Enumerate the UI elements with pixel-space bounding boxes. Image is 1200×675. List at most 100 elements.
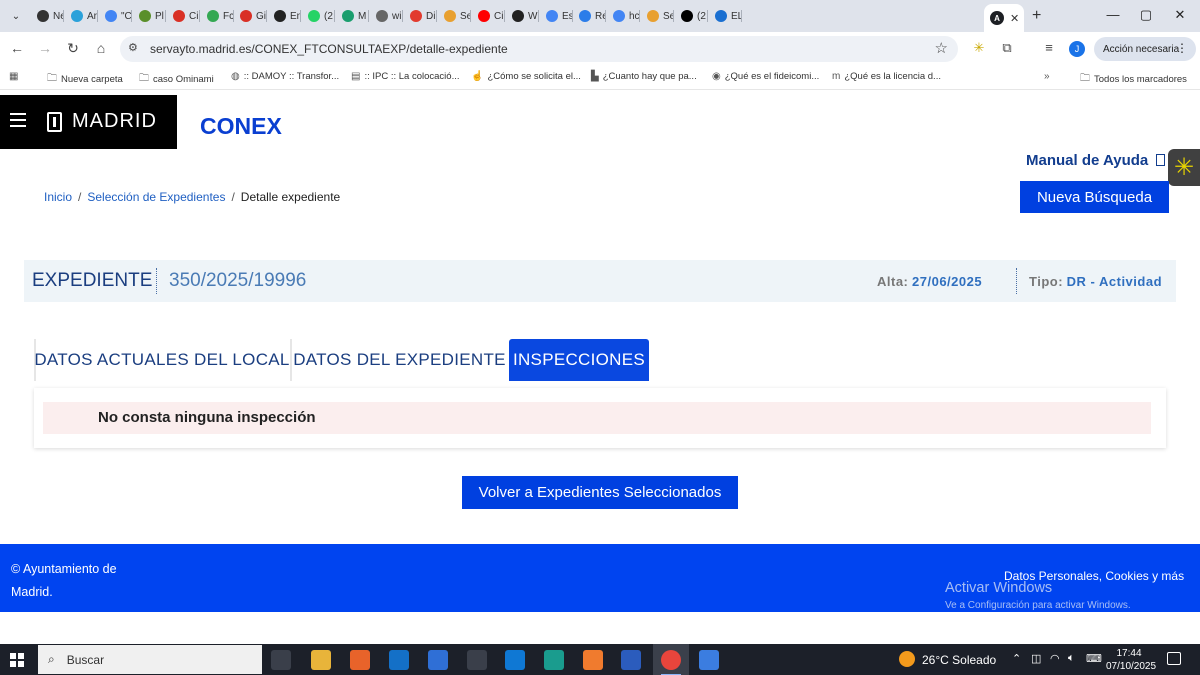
- bookmark-item[interactable]: m ¿Qué es la licencia d...: [832, 71, 941, 82]
- store-icon[interactable]: [428, 650, 448, 670]
- browser-tab[interactable]: hc: [607, 5, 640, 27]
- browser-tab[interactable]: (2: [302, 5, 335, 27]
- browser-tab[interactable]: Es: [540, 5, 573, 27]
- new-search-button[interactable]: Nueva Búsqueda: [1020, 181, 1169, 213]
- weather-text[interactable]: 26°C Soleado: [922, 653, 996, 667]
- browser-tab[interactable]: Re: [573, 5, 606, 27]
- bookmark-item[interactable]: ◍:: DAMOY :: Transfor...: [231, 71, 339, 82]
- bookmark-label: :: DAMOY :: Transfor...: [243, 71, 340, 82]
- action-needed-button[interactable]: Acción necesaria ⋮: [1094, 37, 1196, 61]
- outlook-new-icon[interactable]: [505, 650, 525, 670]
- bookmark-item[interactable]: ▙ ¿Cuanto hay que pa...: [591, 71, 697, 82]
- browser-tab[interactable]: W: [506, 5, 539, 27]
- new-tab-button[interactable]: +: [1032, 7, 1041, 25]
- back-arrow-icon[interactable]: ←: [8, 40, 26, 56]
- hamburger-menu-icon[interactable]: [10, 113, 26, 131]
- gmail-icon: [173, 10, 185, 22]
- volume-icon[interactable]: 🔈︎: [1068, 652, 1075, 665]
- bookmark-star-icon[interactable]: ☆: [935, 39, 948, 57]
- accessibility-widget-icon[interactable]: ✳: [1168, 149, 1200, 186]
- chrome-icon[interactable]: [661, 650, 681, 675]
- google-icon: [546, 10, 558, 22]
- profile-avatar[interactable]: J: [1069, 41, 1085, 57]
- browser-tab[interactable]: (2: [675, 5, 708, 27]
- chart-icon: ▤: [351, 71, 361, 82]
- alta-label: Alta:: [877, 274, 909, 289]
- edge-icon[interactable]: [544, 650, 564, 670]
- breadcrumb-selection-link[interactable]: Selección de Expedientes: [87, 190, 225, 204]
- browser-tab[interactable]: wi: [370, 5, 403, 27]
- taskbar-clock[interactable]: 17:44 07/10/2025: [1106, 647, 1156, 673]
- breadcrumb-home-link[interactable]: Inicio: [44, 190, 72, 204]
- browser-tab[interactable]: Ar: [65, 5, 98, 27]
- extensions-puzzle-icon[interactable]: ⧉: [998, 40, 1016, 56]
- browser-tab[interactable]: EL: [709, 5, 742, 27]
- close-window-icon[interactable]: ✕: [1170, 7, 1190, 23]
- tab-datos-local[interactable]: DATOS ACTUALES DEL LOCAL: [34, 339, 289, 381]
- apps-grid-icon[interactable]: ▦: [9, 71, 18, 82]
- help-manual-link[interactable]: Manual de Ayuda: [1026, 152, 1166, 169]
- bookmark-item[interactable]: ☝ ¿Cómo se solicita el...: [471, 71, 581, 82]
- browser-tab[interactable]: Ci: [472, 5, 505, 27]
- browser-tab[interactable]: M: [336, 5, 369, 27]
- angular-icon: A: [990, 11, 1004, 25]
- photos-icon[interactable]: [699, 650, 719, 670]
- all-bookmarks-folder[interactable]: 🗀 Todos los marcadores: [1080, 71, 1187, 88]
- browser-tab[interactable]: Ne: [31, 5, 64, 27]
- firefox-icon[interactable]: [350, 650, 370, 670]
- outlook-icon[interactable]: [389, 650, 409, 670]
- tab-search-chevron-icon[interactable]: ⌄: [6, 7, 26, 25]
- site-settings-icon[interactable]: ⚙: [128, 41, 138, 54]
- address-bar[interactable]: ⚙ servayto.madrid.es/CONEX_FTCONSULTAEXP…: [120, 36, 958, 62]
- browser-tab[interactable]: Pl: [133, 5, 166, 27]
- breadcrumb-separator: /: [231, 190, 235, 204]
- browser-tab[interactable]: "C: [99, 5, 132, 27]
- browser-tab-active[interactable]: A ✕: [984, 4, 1024, 32]
- bookmark-item[interactable]: 🗀 caso Ominami: [139, 71, 214, 88]
- maximize-window-icon[interactable]: ▢: [1136, 7, 1156, 23]
- reload-icon[interactable]: ↻: [64, 40, 82, 57]
- wifi-icon[interactable]: ◠: [1050, 652, 1060, 665]
- browser-toolbar: ← → ↻ ⌂ ⚙ servayto.madrid.es/CONEX_FTCON…: [0, 32, 1200, 66]
- minimize-window-icon[interactable]: —: [1103, 7, 1123, 22]
- tray-chevron-up-icon[interactable]: ⌃: [1012, 652, 1021, 665]
- word-icon[interactable]: [621, 650, 641, 670]
- browser-tab[interactable]: Di: [404, 5, 437, 27]
- tab-separator: [707, 10, 708, 22]
- browser-tab[interactable]: Gi: [234, 5, 267, 27]
- task-view-icon[interactable]: [271, 650, 291, 670]
- keyboard-layout-icon[interactable]: ⌨: [1086, 652, 1102, 665]
- browser-tab-label: (2: [697, 10, 706, 22]
- folder-icon: 🗀: [139, 73, 149, 84]
- madrid-logo-text[interactable]: MADRID: [72, 110, 157, 133]
- file-explorer-icon[interactable]: [311, 650, 331, 670]
- browser-tab[interactable]: Se: [641, 5, 674, 27]
- notifications-icon[interactable]: [1167, 652, 1181, 665]
- tab-inspecciones[interactable]: INSPECCIONES: [509, 339, 649, 381]
- url-text[interactable]: servayto.madrid.es/CONEX_FTCONSULTAEXP/d…: [150, 42, 508, 56]
- close-tab-icon[interactable]: ✕: [1010, 12, 1019, 25]
- tray-camera-icon[interactable]: ◫: [1031, 652, 1041, 665]
- browser-tab[interactable]: Se: [438, 5, 471, 27]
- forward-arrow-icon[interactable]: →: [36, 40, 54, 56]
- brave-icon[interactable]: [583, 650, 603, 670]
- media-controls-icon[interactable]: ≡: [1040, 40, 1058, 55]
- taskbar-search-box[interactable]: ⌕ Buscar: [38, 645, 262, 674]
- browser-tab[interactable]: Fc: [201, 5, 234, 27]
- more-menu-icon[interactable]: ⋮: [1176, 41, 1188, 55]
- tab-datos-expediente[interactable]: DATOS DEL EXPEDIENTE: [290, 339, 507, 381]
- back-to-selected-button[interactable]: Volver a Expedientes Seleccionados: [462, 476, 738, 509]
- browser-tab[interactable]: En: [268, 5, 301, 27]
- more-bookmarks-icon[interactable]: »: [1044, 71, 1050, 82]
- windows-start-icon[interactable]: [10, 653, 24, 667]
- weather-sun-icon[interactable]: [899, 651, 915, 667]
- bookmark-item[interactable]: 🗀 Nueva carpeta: [47, 71, 123, 88]
- document-icon: [1156, 154, 1166, 166]
- media-icon[interactable]: [467, 650, 487, 670]
- browser-tab[interactable]: Ci: [167, 5, 200, 27]
- extension-sun-icon[interactable]: ✳: [970, 40, 988, 56]
- inspecciones-panel: No consta ninguna inspección: [34, 388, 1166, 448]
- bookmark-item[interactable]: ◉ ¿Qué es el fideicomi...: [712, 71, 819, 82]
- home-icon[interactable]: ⌂: [92, 40, 110, 56]
- bookmark-item[interactable]: ▤:: IPC :: La colocació...: [351, 71, 460, 82]
